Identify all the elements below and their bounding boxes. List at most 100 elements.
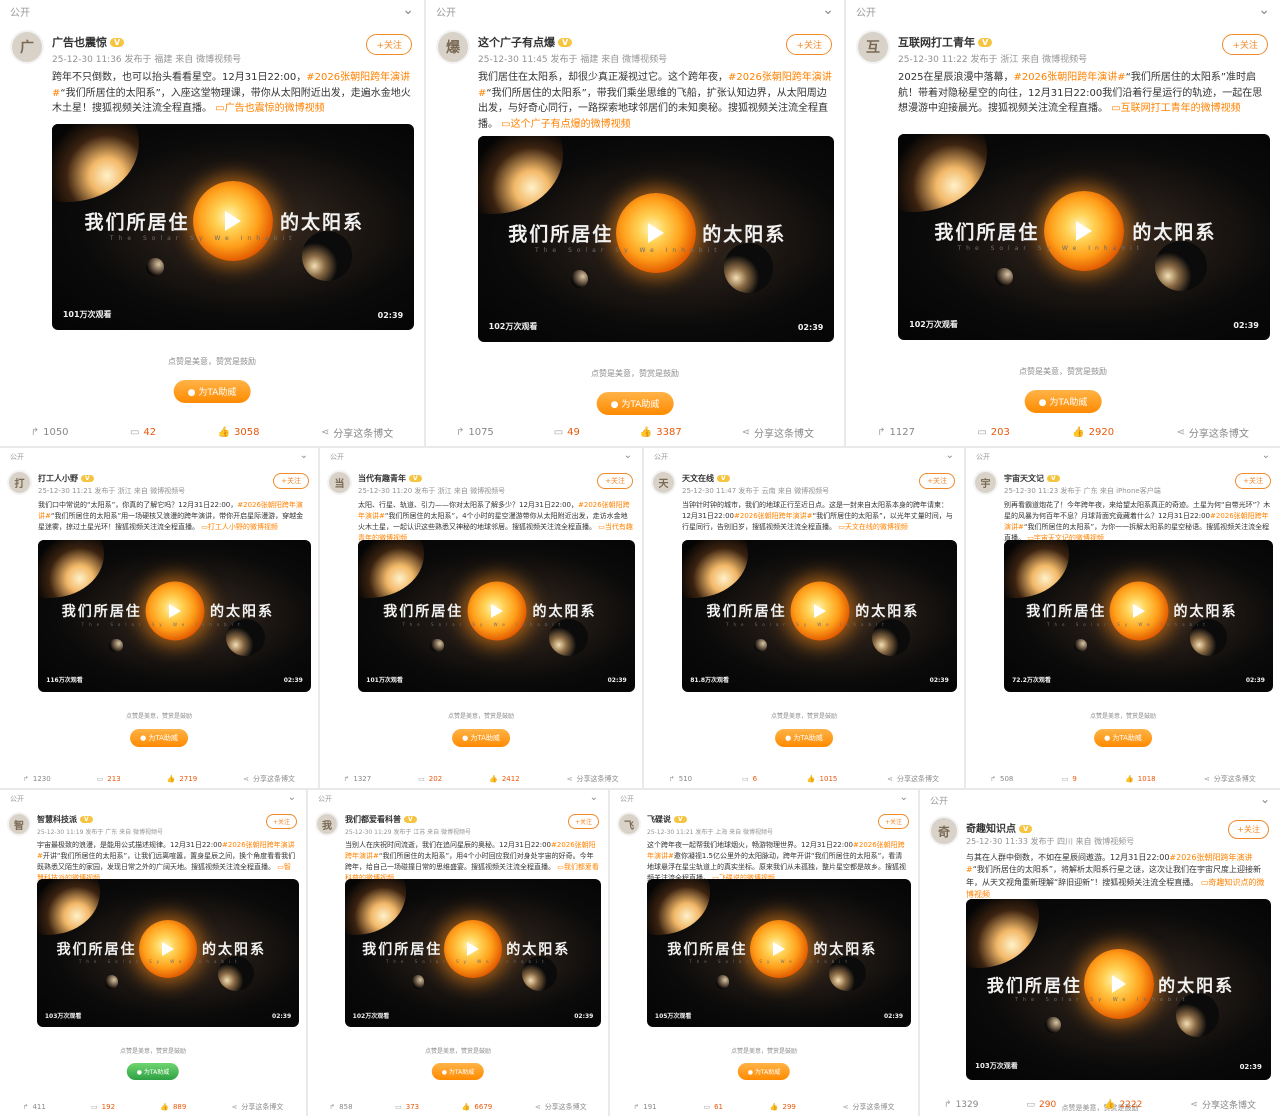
cheer-button[interactable]: ● 为TA助威 <box>173 380 251 403</box>
video-source-link-text[interactable]: 这个广子有点爆的微博视频 <box>511 119 631 130</box>
video-player[interactable]: 我们所居住 的太阳系 The Solar Sy We Inhabit 116万次观看 0… <box>38 540 311 692</box>
avatar[interactable]: 宇 <box>973 470 998 495</box>
play-icon[interactable] <box>1111 975 1126 994</box>
video-source-link-text[interactable]: 互联网打工青年的微博视频 <box>1121 103 1241 114</box>
video-player[interactable]: 我们所居住 的太阳系 The Solar Sy We Inhabit 101万次观看 0… <box>358 540 635 692</box>
share[interactable]: ⋖ 分享这条博文 <box>232 1102 284 1112</box>
comment[interactable]: ▭ 6 <box>742 775 757 783</box>
chevron-down-icon[interactable]: ⌄ <box>1258 2 1270 18</box>
share[interactable]: ⋖ 分享这条博文 <box>1190 1098 1256 1112</box>
play-icon[interactable] <box>162 941 174 956</box>
follow-button[interactable]: +关注 <box>1222 34 1268 55</box>
like[interactable]: 👍 1018 <box>1125 775 1156 783</box>
follow-button[interactable]: +关注 <box>567 814 599 829</box>
cheer-button[interactable]: ● 为TA助威 <box>130 729 188 747</box>
repost[interactable]: ↱ 1230 <box>23 775 51 783</box>
follow-button[interactable]: +关注 <box>919 473 955 489</box>
video-source-link-text[interactable]: 天文在线的微博视频 <box>845 523 908 531</box>
avatar[interactable]: 天 <box>651 470 676 495</box>
avatar[interactable]: 打 <box>7 470 32 495</box>
repost[interactable]: ↱ 1050 <box>31 427 69 438</box>
comment[interactable]: ▭ 192 <box>91 1103 115 1111</box>
repost[interactable]: ↱ 411 <box>23 1103 46 1111</box>
like[interactable]: 👍 889 <box>160 1103 186 1111</box>
like[interactable]: 👍 3058 <box>218 427 260 438</box>
comment[interactable]: ▭ 202 <box>418 775 442 783</box>
play-icon[interactable] <box>1076 220 1092 241</box>
username-text[interactable]: 这个广子有点爆 <box>478 36 555 49</box>
username[interactable]: 当代有趣青年 V <box>358 473 422 484</box>
share[interactable]: ⋖ 分享这条博文 <box>321 425 393 440</box>
video-player[interactable]: 我们所居住 的太阳系 The Solar Sy We Inhabit 102万次观看 0… <box>478 136 834 342</box>
username-text[interactable]: 天文在线 <box>682 474 714 483</box>
video-source-link[interactable]: ▭这个广子有点爆的微博视频 <box>498 119 631 130</box>
comment[interactable]: ▭ 61 <box>703 1103 723 1111</box>
repost[interactable]: ↱ 1329 <box>944 1100 978 1110</box>
comment[interactable]: ▭ 42 <box>130 427 156 438</box>
follow-button[interactable]: +关注 <box>877 814 909 829</box>
cheer-button[interactable]: ● 为TA助威 <box>126 1063 180 1080</box>
video-source-link[interactable]: ▭广告也震惊的微博视频 <box>212 103 325 114</box>
username-text[interactable]: 我们都爱看科普 <box>345 815 401 824</box>
video-source-link[interactable]: ▭打工人小野的微博视频 <box>199 523 278 531</box>
share[interactable]: ⋖ 分享这条博文 <box>243 774 295 784</box>
like[interactable]: 👍 2719 <box>167 775 198 783</box>
username[interactable]: 天文在线 V <box>682 473 730 484</box>
username[interactable]: 奇趣知识点 V <box>966 820 1033 835</box>
repost[interactable]: ↱ 510 <box>669 775 692 783</box>
chevron-down-icon[interactable]: ⌄ <box>402 2 414 18</box>
play-icon[interactable] <box>225 210 241 231</box>
comment[interactable]: ▭ 213 <box>97 775 121 783</box>
comment[interactable]: ▭ 9 <box>1062 775 1077 783</box>
follow-button[interactable]: +关注 <box>265 814 297 829</box>
video-source-link-text[interactable]: 广告也震惊的微博视频 <box>225 103 325 114</box>
follow-button[interactable]: +关注 <box>366 34 412 55</box>
username-text[interactable]: 宇宙天文记 <box>1004 474 1044 483</box>
cheer-button[interactable]: ● 为TA助威 <box>596 392 674 415</box>
video-source-link[interactable]: ▭互联网打工青年的微博视频 <box>1108 103 1241 114</box>
avatar[interactable]: 智 <box>7 812 31 836</box>
repost[interactable]: ↱ 1075 <box>456 427 494 438</box>
comment[interactable]: ▭ 203 <box>977 427 1010 438</box>
username[interactable]: 这个广子有点爆 V <box>478 34 573 50</box>
follow-button[interactable]: +关注 <box>786 34 832 55</box>
share[interactable]: ⋖ 分享这条博文 <box>742 425 814 440</box>
comment[interactable]: ▭ 49 <box>554 427 580 438</box>
avatar[interactable]: 广 <box>10 30 44 64</box>
chevron-down-icon[interactable]: ⌄ <box>900 792 908 803</box>
share[interactable]: ⋖ 分享这条博文 <box>843 1102 895 1112</box>
username-text[interactable]: 飞碟说 <box>647 815 671 824</box>
username[interactable]: 我们都爱看科普 V <box>345 814 417 825</box>
like[interactable]: 👍 2412 <box>489 775 520 783</box>
play-icon[interactable] <box>648 222 664 243</box>
like[interactable]: 👍 299 <box>770 1103 796 1111</box>
share[interactable]: ⋖ 分享这条博文 <box>1204 774 1256 784</box>
repost[interactable]: ↱ 1327 <box>343 775 371 783</box>
play-icon[interactable] <box>168 604 181 619</box>
like[interactable]: 👍 2222 <box>1104 1100 1142 1110</box>
play-icon[interactable] <box>773 941 785 956</box>
repost[interactable]: ↱ 191 <box>633 1103 656 1111</box>
chevron-down-icon[interactable]: ⌄ <box>624 450 632 461</box>
video-player[interactable]: 我们所居住 的太阳系 The Solar Sy We Inhabit 101万次观看 0… <box>52 124 414 330</box>
like[interactable]: 👍 2920 <box>1072 427 1114 438</box>
chevron-down-icon[interactable]: ⌄ <box>1260 792 1270 806</box>
video-source-link[interactable]: ▭天文在线的微博视频 <box>836 523 908 531</box>
like[interactable]: 👍 1015 <box>807 775 838 783</box>
comment[interactable]: ▭ 290 <box>1027 1100 1057 1110</box>
video-player[interactable]: 我们所居住 的太阳系 The Solar Sy We Inhabit 81.8万次观看… <box>682 540 957 692</box>
video-player[interactable]: 我们所居住 的太阳系 The Solar Sy We Inhabit 105万次观看 0… <box>647 879 911 1027</box>
cheer-button[interactable]: ● 为TA助威 <box>775 729 833 747</box>
video-player[interactable]: 我们所居住 的太阳系 The Solar Sy We Inhabit 102万次观看 0… <box>898 134 1270 340</box>
hashtag-link[interactable]: #2026张朝阳跨年演讲# <box>1013 72 1125 83</box>
username-text[interactable]: 当代有趣青年 <box>358 474 406 483</box>
comment[interactable]: ▭ 373 <box>395 1103 419 1111</box>
username[interactable]: 打工人小野 V <box>38 473 94 484</box>
username[interactable]: 广告也震惊 V <box>52 34 125 50</box>
share[interactable]: ⋖ 分享这条博文 <box>535 1102 587 1112</box>
username-text[interactable]: 奇趣知识点 <box>966 824 1016 835</box>
video-source-link-text[interactable]: 打工人小野的微博视频 <box>208 523 278 531</box>
username[interactable]: 智慧科技派 V <box>37 814 93 825</box>
play-icon[interactable] <box>490 604 503 619</box>
share[interactable]: ⋖ 分享这条博文 <box>1176 425 1248 440</box>
